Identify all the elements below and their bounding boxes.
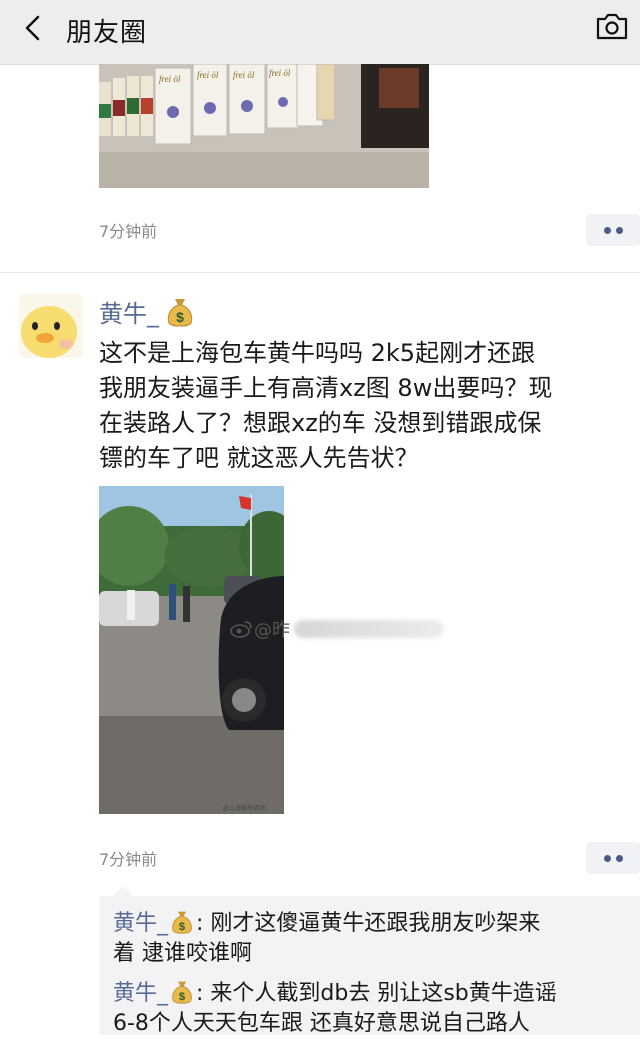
weibo-icon <box>230 621 252 638</box>
more-icon[interactable] <box>586 214 640 246</box>
post-timestamp: 7分钟前 <box>99 850 158 869</box>
svg-text:frei öl: frei öl <box>269 68 291 78</box>
post-text: 这不是上海包车黄牛吗吗 2k5起刚才还跟 我朋友装逼手上有高清xz图 8w出要吗… <box>99 339 553 472</box>
post-timestamp: 7分钟前 <box>99 222 158 241</box>
watermark-text: @昨 <box>254 620 290 641</box>
camera-icon[interactable] <box>594 10 630 42</box>
more-icon[interactable] <box>586 842 640 874</box>
svg-text:$: $ <box>176 309 184 325</box>
post-author[interactable]: 黄牛_ $ <box>99 294 195 329</box>
weibo-watermark: @昨 <box>230 616 444 642</box>
money-bag-icon: $ <box>172 981 192 1004</box>
author-name[interactable]: 黄牛_ <box>99 294 159 329</box>
svg-text:frei öl: frei öl <box>197 70 219 80</box>
comment-item[interactable]: 黄牛_ $: 来个人截到db去 别让这sb黄牛造谣 6-8个人天天包车跟 还真好意… <box>113 978 633 1039</box>
post-divider <box>0 272 640 273</box>
page-title: 朋友圈 <box>66 18 148 48</box>
avatar[interactable] <box>19 294 83 358</box>
svg-text:$: $ <box>179 921 186 933</box>
back-icon[interactable] <box>20 14 48 42</box>
comment-author[interactable]: 黄牛_ <box>113 911 168 936</box>
parking-photo: @上海娱乐活动 <box>99 486 284 814</box>
svg-text:frei öl: frei öl <box>233 70 255 80</box>
post-photo-parking[interactable]: @上海娱乐活动 <box>99 486 284 814</box>
comments-section: 黄牛_ $: 刚才这傻逼黄牛还跟我朋友吵架来 着 逮谁咬谁啊 黄牛_ $: 来个人截… <box>99 886 640 1036</box>
watermark-blur <box>294 620 444 638</box>
svg-text:frei öl: frei öl <box>159 74 181 84</box>
comment-author[interactable]: 黄牛_ <box>113 981 168 1006</box>
svg-text:@上海娱乐活动: @上海娱乐活动 <box>223 804 265 812</box>
money-bag-icon: $ <box>172 911 192 934</box>
svg-text:$: $ <box>179 991 186 1003</box>
top-nav-bar: 朋友圈 <box>0 0 640 65</box>
money-bag-icon: $ <box>167 298 193 326</box>
product-photo: frei öl frei öl frei öl frei öl <box>99 64 429 188</box>
comment-item[interactable]: 黄牛_ $: 刚才这傻逼黄牛还跟我朋友吵架来 着 逮谁咬谁啊 <box>113 908 633 969</box>
post-photo-products[interactable]: frei öl frei öl frei öl frei öl <box>99 64 429 188</box>
